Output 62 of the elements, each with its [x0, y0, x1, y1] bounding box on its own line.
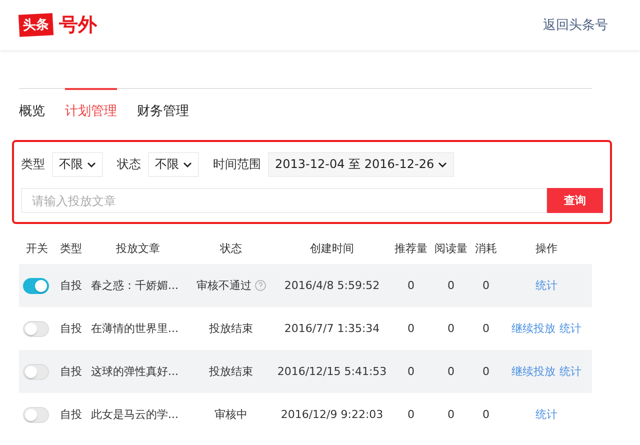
chevron-down-icon — [183, 162, 192, 168]
logo-badge: 头条 — [18, 13, 54, 37]
table-cell-text: 春之惑：千娇媚... — [90, 278, 180, 293]
tab[interactable]: 概览 — [19, 88, 45, 120]
toggle-switch[interactable] — [23, 278, 49, 294]
table-cell: 投放结束 — [209, 321, 253, 336]
table-cell-text: 0 — [482, 365, 490, 378]
column-header: 创建时间 — [309, 240, 355, 256]
table-cell-text: 2016/7/7 1:35:34 — [283, 322, 381, 335]
action-link[interactable]: 统计 — [560, 321, 582, 336]
table-cell-text: 0 — [446, 365, 456, 378]
table-cell: 审核中 — [214, 407, 248, 422]
table-cell: 投放结束 — [209, 364, 253, 379]
table-cell-text: 0 — [482, 279, 490, 292]
table-cell-text: 2016/4/8 5:59:52 — [283, 279, 381, 292]
column-header: 类型 — [59, 240, 83, 256]
table-cell-text: 自投 — [59, 364, 83, 379]
column-header: 开关 — [25, 240, 49, 256]
column-header: 操作 — [534, 240, 558, 256]
help-icon[interactable] — [254, 280, 266, 291]
tab[interactable]: 计划管理 — [65, 88, 117, 120]
action-link[interactable]: 统计 — [536, 278, 558, 293]
table-cell-text: 0 — [406, 408, 416, 421]
table-cell-text: 自投 — [59, 321, 83, 336]
filter-label: 时间范围 — [213, 156, 261, 173]
filter-dropdown[interactable]: 不限 — [148, 152, 199, 177]
action-link[interactable]: 继续投放 — [512, 364, 556, 379]
action-link[interactable]: 统计 — [560, 364, 582, 379]
table-cell-text: 2016/12/15 5:41:53 — [276, 365, 388, 378]
table-cell-text: 0 — [406, 279, 416, 292]
table-cell-text: 0 — [482, 408, 490, 421]
table-cell-text: 自投 — [59, 278, 83, 293]
chevron-down-icon — [438, 162, 448, 168]
back-link[interactable]: 返回头条号 — [543, 16, 608, 34]
filter-label: 状态 — [117, 156, 141, 173]
filter-dropdown[interactable]: 不限 — [52, 152, 103, 177]
table-cell-text: 0 — [446, 322, 456, 335]
column-header: 状态 — [219, 240, 243, 256]
table-cell-text: 2016/12/9 9:22:03 — [280, 408, 384, 421]
table-cell: 审核不通过 — [196, 278, 252, 293]
filter-label: 类型 — [21, 156, 45, 173]
column-header: 投放文章 — [115, 240, 161, 256]
search-field[interactable]: 请输入投放文章 — [21, 188, 547, 213]
table-cell-text: 在薄情的世界里... — [90, 321, 180, 336]
column-header: 推荐量 — [394, 240, 428, 256]
filter-dropdown[interactable]: 2013-12-04 至 2016-12-26 — [268, 152, 454, 177]
column-header: 阅读量 — [434, 240, 468, 256]
tab[interactable]: 财务管理 — [137, 88, 189, 120]
table-cell-text: 0 — [446, 279, 456, 292]
table-cell-text: 0 — [406, 322, 416, 335]
table-cell-text: 自投 — [59, 407, 83, 422]
action-link[interactable]: 统计 — [536, 407, 558, 422]
table-cell-text: 0 — [406, 365, 416, 378]
column-header: 消耗 — [474, 240, 498, 256]
table-cell-text: 0 — [482, 322, 490, 335]
query-button[interactable]: 查询 — [547, 188, 603, 213]
table-cell-text: 0 — [446, 408, 456, 421]
chevron-down-icon — [87, 162, 96, 168]
table-cell-text: 这球的弹性真好... — [90, 364, 180, 379]
logo-text: 号外 — [59, 13, 97, 38]
table-cell-text: 此女是马云的学... — [90, 407, 180, 422]
action-link[interactable]: 继续投放 — [512, 321, 556, 336]
